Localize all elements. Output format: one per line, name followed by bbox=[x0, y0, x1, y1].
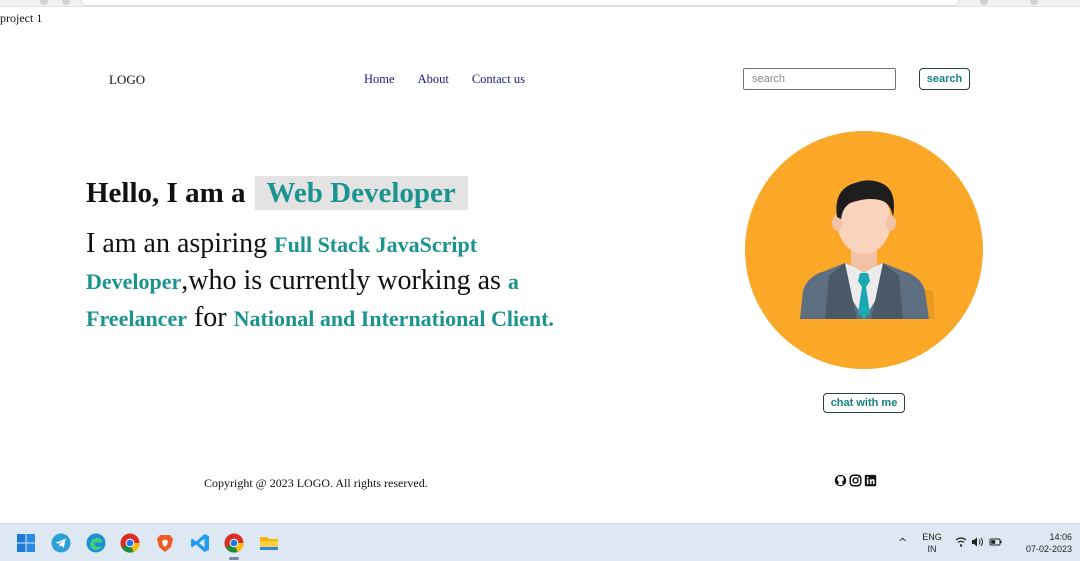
profile-icon[interactable] bbox=[1030, 0, 1038, 5]
chat-with-me-button[interactable]: chat with me bbox=[823, 393, 905, 413]
telegram-icon[interactable] bbox=[50, 532, 72, 554]
page-label: project 1 bbox=[0, 11, 43, 25]
language-bottom: IN bbox=[927, 544, 937, 554]
active-app-indicator bbox=[229, 557, 239, 560]
wifi-icon bbox=[955, 537, 967, 547]
file-explorer-icon[interactable] bbox=[258, 532, 280, 554]
hero-heading: Hello, I am a Web Developer bbox=[86, 176, 468, 210]
battery-icon bbox=[989, 538, 1002, 546]
taskbar-clock[interactable]: 14:06 07-02-2023 bbox=[1012, 531, 1072, 555]
hero-description: I am an aspiring Full Stack JavaScript D… bbox=[86, 226, 566, 337]
clock-time: 14:06 bbox=[1049, 532, 1072, 542]
chevron-up-icon[interactable]: ^ bbox=[898, 536, 907, 549]
hero-text-part: ,who is currently working as bbox=[181, 265, 508, 296]
nav-contact-link[interactable]: Contact us bbox=[472, 72, 525, 87]
hero-text-part: . bbox=[548, 306, 554, 331]
volume-icon bbox=[972, 537, 983, 547]
nav-about-link[interactable]: About bbox=[418, 72, 449, 87]
user-avatar-icon bbox=[745, 131, 983, 369]
brave-icon[interactable] bbox=[154, 532, 176, 554]
system-tray-icons[interactable] bbox=[955, 536, 1003, 551]
search-input[interactable] bbox=[743, 68, 896, 90]
chrome-icon[interactable] bbox=[119, 532, 141, 554]
language-top: ENG bbox=[922, 532, 942, 542]
instagram-icon[interactable] bbox=[849, 474, 862, 487]
refresh-icon[interactable] bbox=[62, 0, 70, 5]
hero-text-part: I am an aspiring bbox=[86, 228, 275, 259]
linkedin-icon[interactable] bbox=[864, 474, 877, 487]
search-button[interactable]: search bbox=[919, 68, 970, 90]
browser-toolbar-strip bbox=[0, 0, 1080, 7]
nav-home-link[interactable]: Home bbox=[364, 72, 395, 87]
hero-heading-prefix: Hello, I am a bbox=[86, 176, 246, 209]
address-bar[interactable] bbox=[80, 0, 960, 6]
extension-icon[interactable] bbox=[980, 0, 988, 5]
back-icon[interactable] bbox=[40, 0, 48, 5]
clock-date: 07-02-2023 bbox=[1025, 544, 1072, 554]
vscode-icon[interactable] bbox=[189, 532, 211, 554]
edge-icon[interactable] bbox=[85, 532, 107, 554]
copyright-text: Copyright @ 2023 LOGO. All rights reserv… bbox=[204, 476, 428, 490]
hero-text-part: for bbox=[186, 302, 234, 333]
hero-heading-highlight: Web Developer bbox=[254, 176, 468, 210]
windows-taskbar: ^ ENG IN 14:06 07-02-2023 bbox=[0, 523, 1080, 561]
hero-text-accent: National and International Client bbox=[233, 306, 549, 331]
github-icon[interactable] bbox=[834, 474, 847, 487]
language-indicator[interactable]: ENG IN bbox=[921, 531, 943, 555]
social-links bbox=[834, 474, 877, 487]
chrome-icon[interactable] bbox=[223, 532, 245, 554]
main-nav: Home About Contact us bbox=[364, 72, 525, 87]
windows-start-icon[interactable] bbox=[15, 532, 37, 554]
logo: LOGO bbox=[109, 72, 146, 87]
